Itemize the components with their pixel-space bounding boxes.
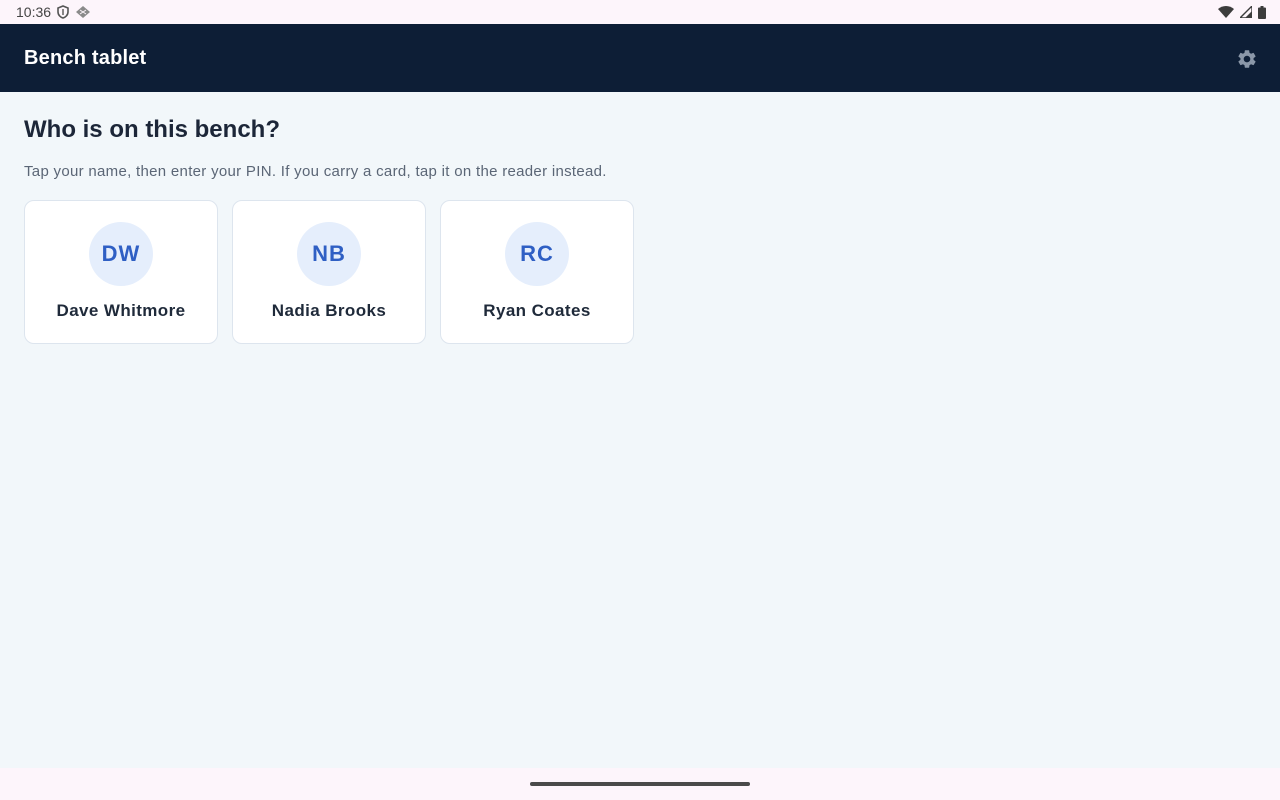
app-bar: Bench tablet (0, 24, 1280, 92)
home-gesture-handle[interactable] (530, 782, 750, 786)
status-right (1218, 0, 1266, 24)
wifi-icon (1218, 6, 1234, 18)
main-content: Who is on this bench? Tap your name, the… (0, 92, 1280, 768)
avatar: NB (297, 222, 361, 286)
gear-icon (1236, 48, 1258, 70)
status-time: 10:36 (16, 4, 52, 20)
instruction-text: Tap your name, then enter your PIN. If y… (24, 163, 607, 180)
status-left: 10:36 (16, 0, 91, 24)
user-card-dave-whitmore[interactable]: DW Dave Whitmore (24, 200, 218, 344)
settings-button[interactable] (1234, 46, 1260, 72)
user-name: Dave Whitmore (56, 301, 186, 320)
signal-icon (1240, 6, 1252, 18)
diamond-icon (75, 5, 91, 19)
avatar: DW (89, 222, 153, 286)
user-name: Nadia Brooks (271, 301, 387, 320)
user-card-ryan-coates[interactable]: RC Ryan Coates (440, 200, 634, 344)
user-name: Ryan Coates (483, 301, 591, 320)
status-bar: 10:36 (0, 0, 1280, 24)
avatar: RC (505, 222, 569, 286)
navigation-bar (0, 768, 1280, 800)
user-card-nadia-brooks[interactable]: NB Nadia Brooks (232, 200, 426, 344)
page-heading: Who is on this bench? (24, 116, 280, 143)
user-card-list: DW Dave Whitmore NB Nadia Brooks RC Ryan… (24, 200, 634, 344)
app-title: Bench tablet (24, 46, 147, 69)
battery-icon (1258, 5, 1266, 19)
shield-icon (57, 5, 69, 19)
